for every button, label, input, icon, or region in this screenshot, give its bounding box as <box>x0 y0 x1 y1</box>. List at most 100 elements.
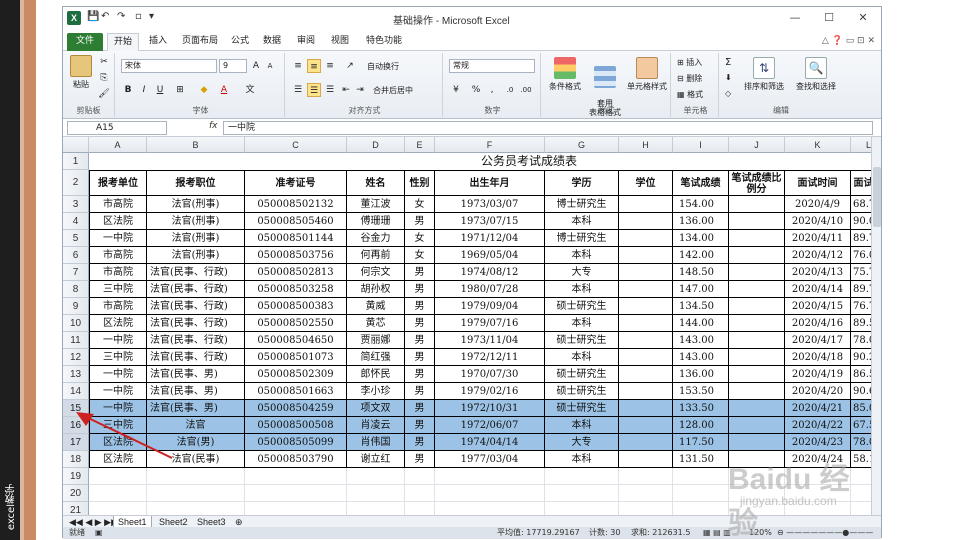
data-cell[interactable]: 法官(民事、男) <box>147 366 245 383</box>
data-cell[interactable] <box>619 332 673 349</box>
row-header-4[interactable]: 4 <box>63 213 89 230</box>
data-cell[interactable]: 153.50 <box>673 383 729 400</box>
tab-data[interactable]: 数据 <box>259 33 285 51</box>
align-bottom-icon[interactable]: ≡ <box>323 59 337 73</box>
data-cell[interactable]: 本科 <box>545 247 619 264</box>
empty-cell[interactable] <box>545 468 619 485</box>
data-cell[interactable]: 市高院 <box>89 298 147 315</box>
data-cell[interactable]: 050008503790 <box>245 451 347 468</box>
data-cell[interactable]: 一中院 <box>89 332 147 349</box>
data-cell[interactable]: 90.00 <box>851 213 871 230</box>
empty-cell[interactable] <box>347 485 405 502</box>
data-cell[interactable]: 谷金力 <box>347 230 405 247</box>
row-header-3[interactable]: 3 <box>63 196 89 213</box>
select-all-corner[interactable] <box>63 137 89 153</box>
data-cell[interactable]: 050008500508 <box>245 417 347 434</box>
header-cell[interactable]: 面试时间 <box>785 170 851 196</box>
excel-app-icon[interactable]: X <box>67 11 81 25</box>
data-cell[interactable]: 何再前 <box>347 247 405 264</box>
data-cell[interactable]: 1973/11/04 <box>435 332 545 349</box>
close-icon[interactable]: ✕ <box>849 9 877 27</box>
column-header-J[interactable]: J <box>729 137 785 153</box>
tab-review[interactable]: 审阅 <box>293 33 319 51</box>
data-cell[interactable]: 傅珊珊 <box>347 213 405 230</box>
data-cell[interactable]: 050008505460 <box>245 213 347 230</box>
data-cell[interactable]: 133.50 <box>673 400 729 417</box>
copy-icon[interactable]: ⎘ <box>97 71 111 85</box>
data-cell[interactable]: 一中院 <box>89 230 147 247</box>
data-cell[interactable]: 三中院 <box>89 417 147 434</box>
column-header-C[interactable]: C <box>245 137 347 153</box>
data-cell[interactable]: 法官(民事、行政) <box>147 298 245 315</box>
data-cell[interactable]: 89.50 <box>851 315 871 332</box>
row-header-5[interactable]: 5 <box>63 230 89 247</box>
header-cell[interactable]: 性别 <box>405 170 435 196</box>
data-cell[interactable]: 050008502813 <box>245 264 347 281</box>
data-cell[interactable]: 法官(民事、行政) <box>147 349 245 366</box>
empty-cell[interactable] <box>405 468 435 485</box>
data-cell[interactable]: 1972/06/07 <box>435 417 545 434</box>
empty-cell[interactable] <box>89 485 147 502</box>
data-cell[interactable]: 硕士研究生 <box>545 366 619 383</box>
ribbon-window-controls[interactable]: △ ❓ ▭ ⊡ ✕ <box>822 36 875 46</box>
data-cell[interactable]: 男 <box>405 400 435 417</box>
data-cell[interactable]: 2020/4/13 <box>785 264 851 281</box>
data-cell[interactable]: 本科 <box>545 315 619 332</box>
data-cell[interactable]: 法官(刑事) <box>147 213 245 230</box>
data-cell[interactable]: 市高院 <box>89 264 147 281</box>
data-cell[interactable] <box>729 315 785 332</box>
tab-insert[interactable]: 插入 <box>143 33 173 51</box>
data-cell[interactable] <box>619 383 673 400</box>
data-cell[interactable]: 050008501663 <box>245 383 347 400</box>
data-cell[interactable]: 一中院 <box>89 366 147 383</box>
data-cell[interactable] <box>729 230 785 247</box>
data-cell[interactable]: 1970/07/30 <box>435 366 545 383</box>
header-cell[interactable]: 准考证号 <box>245 170 347 196</box>
data-cell[interactable]: 1972/10/31 <box>435 400 545 417</box>
macro-icon[interactable]: ▣ <box>95 527 103 539</box>
data-cell[interactable]: 大专 <box>545 264 619 281</box>
header-cell[interactable]: 学位 <box>619 170 673 196</box>
grow-font-icon[interactable]: A <box>249 59 263 73</box>
data-cell[interactable]: 男 <box>405 451 435 468</box>
name-box[interactable]: A15 <box>67 121 167 135</box>
tab-file[interactable]: 文件 <box>67 33 103 51</box>
data-cell[interactable]: 男 <box>405 417 435 434</box>
row-header-19[interactable]: 19 <box>63 468 89 485</box>
data-cell[interactable] <box>619 196 673 213</box>
data-cell[interactable] <box>729 417 785 434</box>
conditional-format-button[interactable]: 条件格式 <box>545 57 585 92</box>
data-cell[interactable]: 050008500383 <box>245 298 347 315</box>
view-normal-icon[interactable]: ▦ ▤ ▥ <box>703 527 731 539</box>
data-cell[interactable]: 78.00 <box>851 332 871 349</box>
empty-cell[interactable] <box>545 502 619 515</box>
data-cell[interactable] <box>729 332 785 349</box>
data-cell[interactable]: 肖伟国 <box>347 434 405 451</box>
data-cell[interactable]: 67.50 <box>851 417 871 434</box>
data-cell[interactable]: 1980/07/28 <box>435 281 545 298</box>
data-cell[interactable]: 143.00 <box>673 332 729 349</box>
data-cell[interactable]: 何宗文 <box>347 264 405 281</box>
data-cell[interactable]: 90.67 <box>851 383 871 400</box>
data-cell[interactable]: 1979/09/04 <box>435 298 545 315</box>
data-cell[interactable]: 法官(刑事) <box>147 247 245 264</box>
data-cell[interactable]: 硕士研究生 <box>545 298 619 315</box>
tab-view[interactable]: 视图 <box>327 33 353 51</box>
data-cell[interactable]: 肖凌云 <box>347 417 405 434</box>
data-cell[interactable] <box>729 247 785 264</box>
empty-cell[interactable] <box>89 468 147 485</box>
align-left-icon[interactable]: ☰ <box>291 83 305 97</box>
insert-button[interactable]: ⊞ 插入 <box>677 57 702 68</box>
data-cell[interactable]: 2020/4/19 <box>785 366 851 383</box>
header-cell[interactable]: 报考单位 <box>89 170 147 196</box>
data-cell[interactable]: 男 <box>405 366 435 383</box>
data-cell[interactable]: 本科 <box>545 349 619 366</box>
data-cell[interactable] <box>729 264 785 281</box>
data-cell[interactable]: 90.25 <box>851 349 871 366</box>
sort-filter-button[interactable]: ⇅ 排序和筛选 <box>739 57 789 92</box>
data-cell[interactable]: 李小珍 <box>347 383 405 400</box>
align-middle-icon[interactable]: ≡ <box>307 59 321 73</box>
data-cell[interactable]: 68.75 <box>851 196 871 213</box>
column-header-L[interactable]: L <box>851 137 871 153</box>
column-header-A[interactable]: A <box>89 137 147 153</box>
